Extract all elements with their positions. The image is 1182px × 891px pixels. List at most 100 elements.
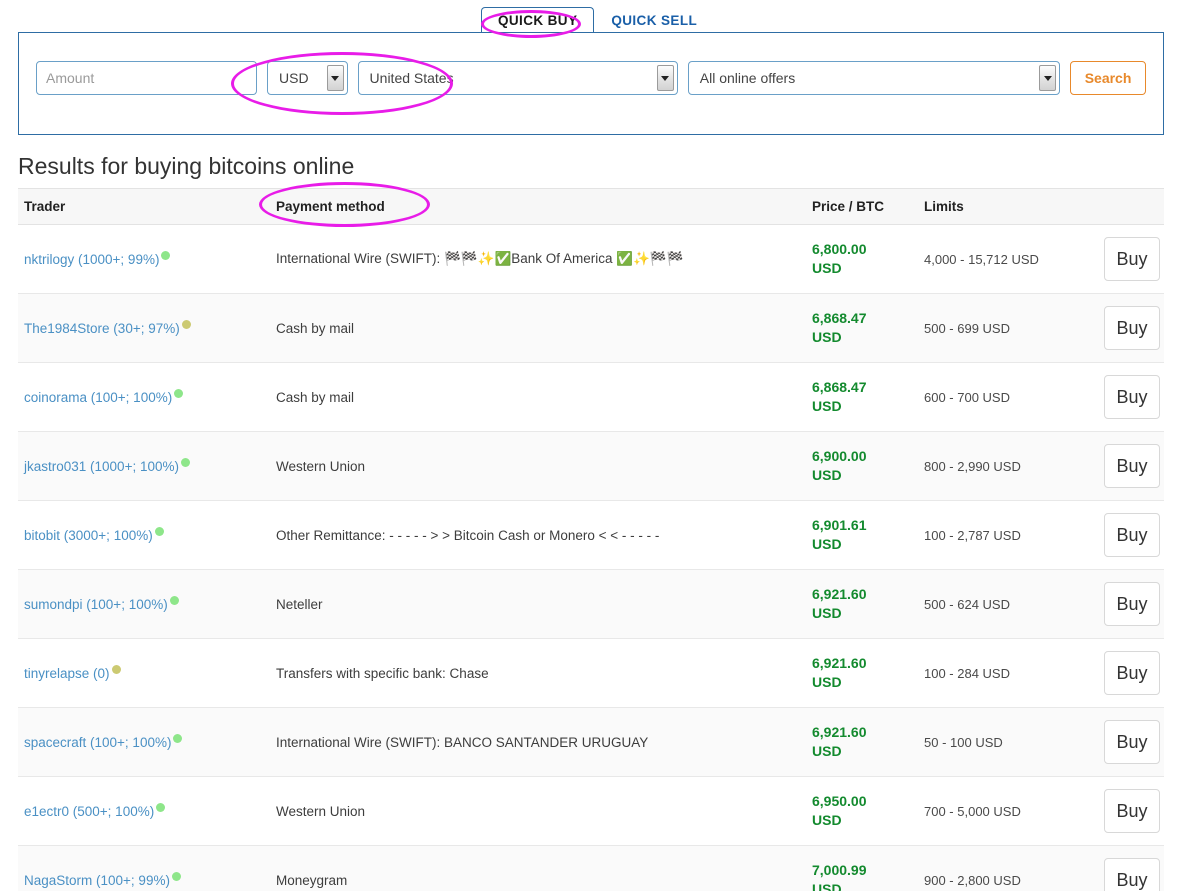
cell-price: 6,868.47 USD: [812, 362, 924, 432]
status-online-icon: [171, 872, 181, 881]
trader-link[interactable]: sumondpi (100+; 100%): [24, 597, 168, 612]
payment-method-text: Neteller: [276, 596, 323, 612]
status-online-icon: [161, 251, 171, 260]
buy-button[interactable]: Buy: [1104, 306, 1160, 350]
payment-method-text: Cash by mail: [276, 389, 355, 405]
buy-button[interactable]: Buy: [1104, 720, 1160, 764]
currency-select[interactable]: USD: [267, 61, 348, 95]
price-value: 6,868.47 USD: [812, 310, 867, 345]
column-header-action: [1089, 188, 1164, 225]
cell-price: 6,900.00 USD: [812, 431, 924, 501]
cell-trader: spacecraft (100+; 100%): [18, 707, 276, 777]
cell-trader: coinorama (100+; 100%): [18, 362, 276, 432]
tab-strip: QUICK BUY QUICK SELL: [18, 6, 1164, 35]
status-online-icon: [154, 527, 164, 536]
status-online-icon: [169, 596, 179, 605]
cell-payment-method: International Wire (SWIFT): 🏁🏁✨✅Bank Of …: [276, 224, 812, 294]
column-header-payment-method[interactable]: Payment method: [276, 188, 812, 225]
cell-price: 6,868.47 USD: [812, 293, 924, 363]
tab-quick-sell[interactable]: QUICK SELL: [594, 7, 714, 35]
cell-action: Buy: [1089, 224, 1164, 294]
tab-quick-buy[interactable]: QUICK BUY: [481, 7, 595, 35]
cell-price: 6,921.60 USD: [812, 707, 924, 777]
cell-trader: NagaStorm (100+; 99%): [18, 845, 276, 891]
country-select-value: United States: [369, 70, 454, 86]
buy-button[interactable]: Buy: [1104, 513, 1160, 557]
price-value: 6,921.60 USD: [812, 724, 867, 759]
status-away-icon: [181, 320, 191, 329]
cell-payment-method: Western Union: [276, 431, 812, 501]
offers-table-body: nktrilogy (1000+; 99%) International Wire…: [18, 224, 1164, 891]
status-online-icon: [173, 734, 183, 743]
payment-method-text: Western Union: [276, 803, 366, 819]
table-row: spacecraft (100+; 100%) International Wir…: [18, 707, 1164, 777]
offer-type-select-value: All online offers: [699, 70, 796, 86]
payment-method-text: Other Remittance: - - - - - > > Bitcoin …: [276, 527, 660, 543]
buy-button[interactable]: Buy: [1104, 375, 1160, 419]
chevron-down-icon[interactable]: [656, 65, 674, 91]
trader-link[interactable]: The1984Store (30+; 97%): [24, 321, 180, 336]
trader-link[interactable]: spacecraft (100+; 100%): [24, 735, 171, 750]
limits-value: 4,000 - 15,712 USD: [924, 251, 1039, 267]
cell-payment-method: Cash by mail: [276, 362, 812, 432]
buy-button[interactable]: Buy: [1104, 444, 1160, 488]
price-value: 6,901.61 USD: [812, 517, 867, 552]
offer-type-select[interactable]: All online offers: [687, 61, 1061, 95]
trader-link[interactable]: tinyrelapse (0): [24, 666, 110, 681]
cell-limits: 4,000 - 15,712 USD: [924, 224, 1089, 294]
buy-button[interactable]: Buy: [1104, 237, 1160, 281]
table-row: coinorama (100+; 100%) Cash by mail 6,868.…: [18, 362, 1164, 432]
cell-trader: tinyrelapse (0): [18, 638, 276, 708]
column-header-limits[interactable]: Limits: [924, 188, 1089, 225]
price-value: 6,900.00 USD: [812, 448, 867, 483]
cell-trader: e1ectr0 (500+; 100%): [18, 776, 276, 846]
cell-trader: The1984Store (30+; 97%): [18, 293, 276, 363]
price-value: 6,800.00 USD: [812, 241, 867, 276]
cell-limits: 700 - 5,000 USD: [924, 776, 1089, 846]
buy-button[interactable]: Buy: [1104, 858, 1160, 891]
status-online-icon: [180, 458, 190, 467]
price-value: 7,000.99 USD: [812, 862, 867, 891]
table-header-row: Trader Payment method Price / BTC Limits: [18, 188, 1164, 225]
column-header-price[interactable]: Price / BTC: [812, 188, 924, 225]
table-row: tinyrelapse (0) Transfers with specific b…: [18, 638, 1164, 708]
price-value: 6,950.00 USD: [812, 793, 867, 828]
tab-quick-buy-label: QUICK BUY: [498, 13, 578, 28]
cell-limits: 500 - 699 USD: [924, 293, 1089, 363]
trader-link[interactable]: jkastro031 (1000+; 100%): [24, 459, 179, 474]
chevron-down-icon[interactable]: [1039, 65, 1057, 91]
table-row: bitobit (3000+; 100%) Other Remittance: -…: [18, 500, 1164, 570]
payment-method-text: Moneygram: [276, 872, 348, 888]
chevron-down-icon[interactable]: [326, 65, 344, 91]
buy-button[interactable]: Buy: [1104, 789, 1160, 833]
country-select[interactable]: United States: [357, 61, 678, 95]
limits-value: 100 - 284 USD: [924, 665, 1010, 681]
amount-input[interactable]: [36, 61, 257, 95]
cell-price: 6,901.61 USD: [812, 500, 924, 570]
limits-value: 500 - 624 USD: [924, 596, 1010, 612]
cell-price: 7,000.99 USD: [812, 845, 924, 891]
cell-payment-method: Western Union: [276, 776, 812, 846]
trader-link[interactable]: bitobit (3000+; 100%): [24, 528, 153, 543]
cell-action: Buy: [1089, 293, 1164, 363]
limits-value: 800 - 2,990 USD: [924, 458, 1021, 474]
trader-link[interactable]: NagaStorm (100+; 99%): [24, 873, 170, 888]
search-button[interactable]: Search: [1070, 61, 1146, 95]
cell-payment-method: Neteller: [276, 569, 812, 639]
cell-trader: jkastro031 (1000+; 100%): [18, 431, 276, 501]
buy-button[interactable]: Buy: [1104, 582, 1160, 626]
buy-button[interactable]: Buy: [1104, 651, 1160, 695]
trader-link[interactable]: nktrilogy (1000+; 99%): [24, 252, 159, 267]
tab-quick-sell-label: QUICK SELL: [611, 13, 698, 28]
cell-price: 6,950.00 USD: [812, 776, 924, 846]
cell-limits: 50 - 100 USD: [924, 707, 1089, 777]
trader-link[interactable]: coinorama (100+; 100%): [24, 390, 172, 405]
cell-limits: 100 - 284 USD: [924, 638, 1089, 708]
limits-value: 100 - 2,787 USD: [924, 527, 1021, 543]
status-online-icon: [156, 803, 166, 812]
table-row: NagaStorm (100+; 99%) Moneygram 7,000.99 US…: [18, 845, 1164, 891]
trader-link[interactable]: e1ectr0 (500+; 100%): [24, 804, 154, 819]
column-header-trader[interactable]: Trader: [18, 188, 276, 225]
cell-trader: nktrilogy (1000+; 99%): [18, 224, 276, 294]
limits-value: 500 - 699 USD: [924, 320, 1010, 336]
